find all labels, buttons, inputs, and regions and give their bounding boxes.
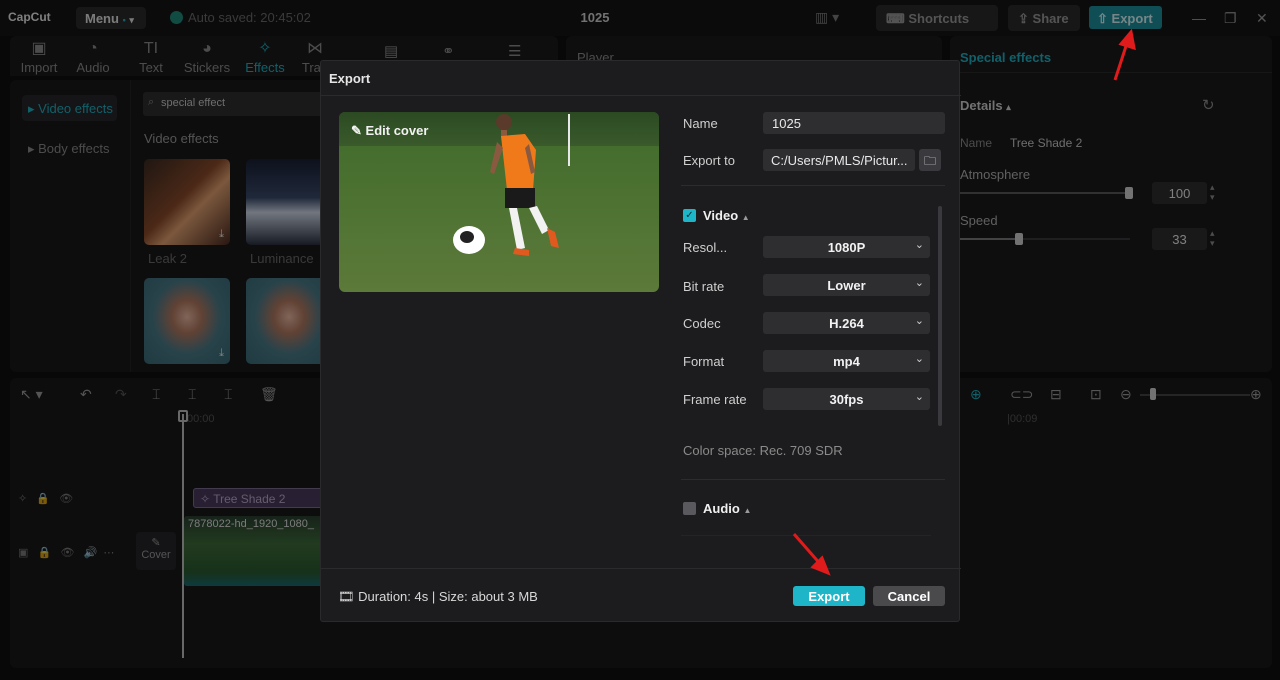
arrowhead bbox=[1118, 28, 1136, 51]
annotation-arrows bbox=[792, 28, 1136, 576]
